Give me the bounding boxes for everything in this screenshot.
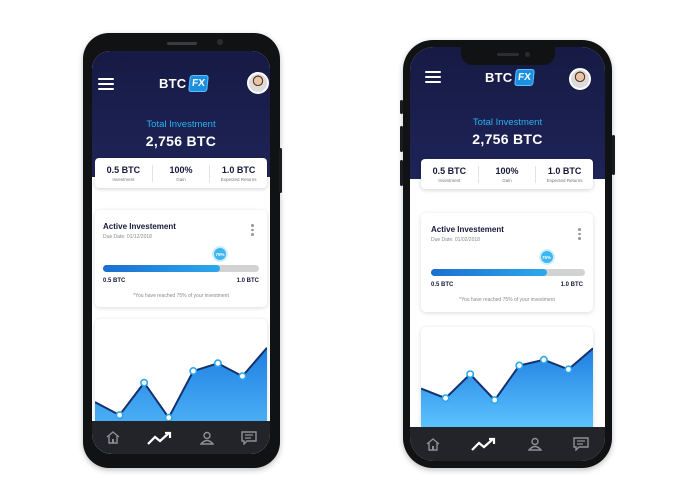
avatar[interactable] <box>247 72 269 94</box>
stat-expected-returns: 1.0 BTC Expected Returns <box>220 164 257 182</box>
stats-card: 0.5 BTC Investment 100% Gain 1.0 BTC Exp… <box>95 158 267 188</box>
silent-switch <box>400 100 403 114</box>
area-chart <box>421 347 593 427</box>
chart-point[interactable] <box>490 396 499 405</box>
home-icon[interactable] <box>426 437 440 451</box>
chart-point[interactable] <box>189 367 198 376</box>
progress-track <box>431 269 585 276</box>
volume-up-button <box>400 126 403 152</box>
stat-investment: 0.5 BTC Investment <box>95 164 153 182</box>
progress-badge: 75% <box>540 251 553 263</box>
total-investment-label: Total Investment <box>146 119 216 130</box>
progress-badge: 75% <box>214 248 226 260</box>
trend-icon[interactable] <box>471 437 497 451</box>
chart-point[interactable] <box>238 372 247 381</box>
speaker <box>497 53 519 56</box>
more-options-icon[interactable] <box>578 228 581 242</box>
chart-point[interactable] <box>115 411 124 420</box>
chart-point[interactable] <box>564 365 573 374</box>
progress-start-label: 0.5 BTC <box>103 278 126 284</box>
progress-note: *You have reached 75% of your investment <box>459 297 555 303</box>
menu-icon[interactable] <box>98 78 114 90</box>
user-icon[interactable] <box>199 431 214 445</box>
chart-point[interactable] <box>140 378 149 387</box>
chart-card <box>421 327 593 427</box>
side-button <box>612 135 615 175</box>
chart-point[interactable] <box>164 413 173 422</box>
screen-left: BTC FX Total Investment 2,756 BTC 0.5 BT… <box>92 51 270 454</box>
more-options-icon[interactable] <box>251 224 254 238</box>
front-camera <box>525 52 530 57</box>
stat-gain: 100% Gain <box>153 164 211 182</box>
brand-badge: FX <box>188 75 210 92</box>
screen-right: BTC FX Total Investment 2,756 BTC 0.5 BT… <box>410 47 605 461</box>
card-title: Active Investement <box>431 225 504 234</box>
speaker <box>167 42 197 45</box>
progress-fill <box>103 265 220 272</box>
volume-down-button <box>400 160 403 186</box>
progress-end-label: 1.0 BTC <box>236 278 259 284</box>
phone-right: BTC FX Total Investment 2,756 BTC 0.5 BT… <box>400 40 615 468</box>
front-camera <box>217 39 223 45</box>
bottom-nav <box>410 427 605 461</box>
chart-point[interactable] <box>539 355 548 364</box>
progress-end-label: 1.0 BTC <box>560 282 583 288</box>
total-investment-label: Total Investment <box>472 117 543 128</box>
chart-area <box>421 348 593 427</box>
due-date: Due Date: 01/02/2018 <box>431 237 480 243</box>
stats-card: 0.5 BTC Investment 100% Gain 1.0 BTC Exp… <box>421 159 593 189</box>
active-investment-card[interactable]: Active Investement Due Date: 01/12/2018 … <box>95 210 267 307</box>
brand-name: BTC <box>485 70 513 85</box>
due-date: Due Date: 01/12/2018 <box>103 234 152 240</box>
phone-left: BTC FX Total Investment 2,756 BTC 0.5 BT… <box>83 33 282 468</box>
brand-name: BTC <box>159 76 187 91</box>
progress-fill <box>431 269 547 276</box>
progress-note: *You have reached 75% of your investment <box>133 293 229 299</box>
brand-badge: FX <box>514 69 536 86</box>
chart-point[interactable] <box>441 394 450 403</box>
brand-logo: BTC FX <box>159 75 210 92</box>
user-icon[interactable] <box>528 437 543 451</box>
trend-icon[interactable] <box>146 431 173 445</box>
message-icon[interactable] <box>240 430 257 445</box>
chart-point[interactable] <box>466 370 475 379</box>
progress-start-label: 0.5 BTC <box>431 282 454 288</box>
menu-icon[interactable] <box>425 71 441 83</box>
chart-point[interactable] <box>515 361 524 370</box>
message-icon[interactable] <box>573 437 590 451</box>
home-icon[interactable] <box>106 431 120 444</box>
notch <box>461 47 555 65</box>
active-investment-card[interactable]: Active Investement Due Date: 01/02/2018 … <box>421 213 593 312</box>
total-investment-value: 2,756 BTC <box>472 131 543 147</box>
bottom-nav <box>92 421 270 454</box>
avatar[interactable] <box>569 68 591 90</box>
brand-logo: BTC FX <box>485 69 536 86</box>
stat-gain: 100% Gain <box>479 165 537 183</box>
stat-investment: 0.5 BTC Investment <box>421 165 479 183</box>
total-investment-value: 2,756 BTC <box>145 133 217 149</box>
progress-track <box>103 265 259 272</box>
chart-point[interactable] <box>213 359 222 368</box>
card-title: Active Investement <box>103 222 176 231</box>
power-button <box>279 148 282 193</box>
stat-expected-returns: 1.0 BTC Expected Returns <box>546 165 583 183</box>
